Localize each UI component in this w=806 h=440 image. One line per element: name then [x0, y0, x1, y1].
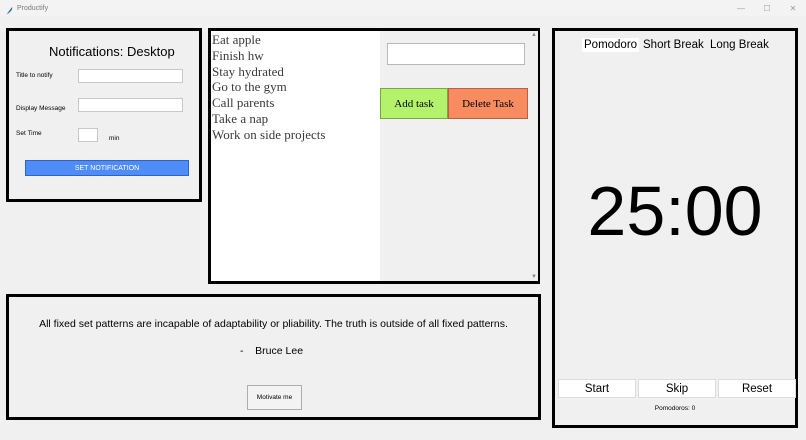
task-item[interactable]: Work on side projects — [211, 127, 380, 143]
task-item[interactable]: Call parents — [211, 95, 380, 111]
new-task-input[interactable] — [387, 43, 525, 65]
minutes-unit-label: min — [109, 135, 120, 142]
set-notification-button[interactable]: SET NOTIFICATION — [25, 160, 189, 176]
maximize-button[interactable]: ☐ — [754, 0, 780, 16]
tab-long-break[interactable]: Long Break — [708, 38, 771, 52]
notifications-panel: Notifications: Desktop Title to notify D… — [6, 28, 202, 202]
scroll-down-arrow-icon[interactable]: ▼ — [530, 274, 538, 280]
task-scrollbar[interactable]: ▲ ▼ — [530, 31, 538, 281]
title-bar: Productify — ☐ ✕ — [0, 0, 806, 16]
close-button[interactable]: ✕ — [780, 0, 806, 16]
pomodoro-panel: Pomodoro Short Break Long Break 25:00 St… — [552, 28, 798, 428]
task-item[interactable]: Finish hw — [211, 48, 380, 64]
scroll-up-arrow-icon[interactable]: ▲ — [530, 32, 538, 38]
set-time-label: Set Time — [16, 130, 42, 137]
add-task-button[interactable]: Add task — [380, 88, 448, 119]
start-button[interactable]: Start — [558, 379, 636, 398]
skip-button[interactable]: Skip — [638, 379, 716, 398]
task-item[interactable]: Eat apple — [211, 32, 380, 48]
title-to-notify-label: Title to notify — [16, 72, 53, 79]
tasks-panel: Eat apple Finish hw Stay hydrated Go to … — [208, 28, 540, 284]
display-message-input[interactable] — [78, 98, 183, 112]
task-item[interactable]: Go to the gym — [211, 79, 380, 95]
quote-author: - Bruce Lee — [240, 345, 304, 357]
timer-display: 25:00 — [587, 172, 763, 250]
task-item[interactable]: Stay hydrated — [211, 64, 380, 80]
title-to-notify-input[interactable] — [78, 69, 183, 83]
display-message-label: Display Message — [16, 105, 66, 112]
feather-icon — [4, 3, 14, 15]
delete-task-button[interactable]: Delete Task — [448, 88, 528, 119]
reset-button[interactable]: Reset — [718, 379, 796, 398]
motivate-me-button[interactable]: Motivate me — [247, 385, 302, 410]
pomodoro-count: Pomodoros: 0 — [654, 405, 696, 412]
tab-pomodoro[interactable]: Pomodoro — [582, 38, 640, 52]
tab-short-break[interactable]: Short Break — [641, 38, 706, 52]
set-time-input[interactable] — [78, 128, 98, 142]
quote-panel: All fixed set patterns are incapable of … — [6, 294, 541, 420]
task-item[interactable]: Take a nap — [211, 111, 380, 127]
window-controls: — ☐ ✕ — [728, 0, 806, 16]
window-title: Productify — [17, 4, 49, 12]
task-list[interactable]: Eat apple Finish hw Stay hydrated Go to … — [211, 31, 380, 281]
notifications-title: Notifications: Desktop — [49, 44, 175, 59]
quote-text: All fixed set patterns are incapable of … — [39, 318, 508, 330]
minimize-button[interactable]: — — [728, 0, 754, 16]
